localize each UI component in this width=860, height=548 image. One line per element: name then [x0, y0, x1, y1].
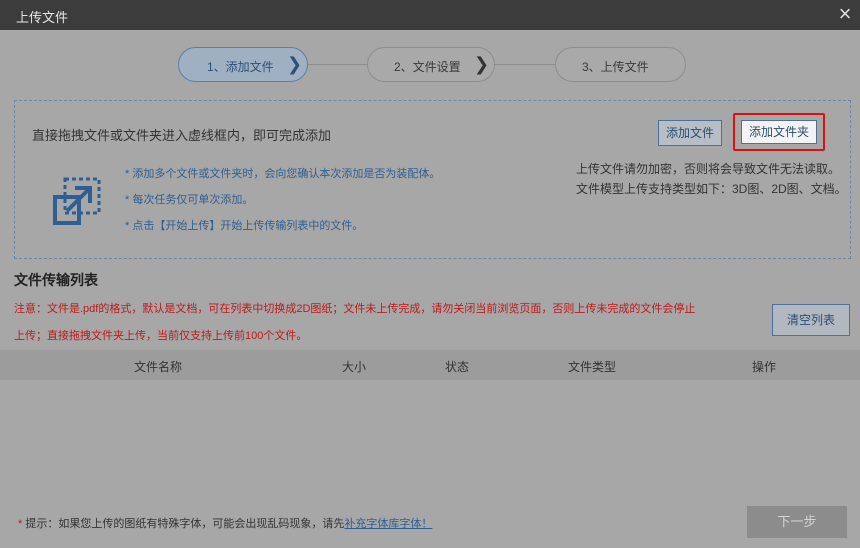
highlight-box: 添加文件夹 — [733, 113, 825, 151]
step-file-settings: 2、文件设置 ❯ — [367, 47, 495, 82]
column-header-actions: 操作 — [752, 360, 777, 374]
step-label: 1、添加文件 — [207, 60, 274, 74]
tip-item: * 添加多个文件或文件夹时，会向您确认本次添加是否为装配体。 — [125, 168, 441, 180]
notice-line: 上传；直接拖拽文件夹上传，当前仅支持上传前100个文件。 — [14, 330, 308, 342]
table-header: 文件名称 大小 状态 文件类型 操作 — [0, 350, 860, 380]
column-header-status: 状态 — [445, 360, 470, 374]
tip-item: * 点击【开始上传】开始上传传输列表中的文件。 — [125, 220, 364, 232]
step-connector — [495, 64, 555, 65]
transfer-list-title: 文件传输列表 — [14, 272, 98, 288]
notice-text: 注意：文件是.pdf的格式，默认是文档，可在列表中切换成2D图纸；文件未上传完成… — [14, 296, 734, 350]
step-label: 2、文件设置 — [394, 60, 461, 74]
step-label: 3、上传文件 — [582, 60, 649, 74]
column-header-name: 文件名称 — [134, 360, 183, 374]
add-folder-button[interactable]: 添加文件夹 — [741, 120, 817, 144]
transfer-table-body — [0, 380, 860, 500]
hint-text: 提示：如果您上传的图纸有特殊字体，可能会出现乱码现象，请先 — [22, 518, 345, 530]
clear-list-button[interactable]: 清空列表 — [772, 304, 850, 336]
font-library-link[interactable]: 补充字体库字体！ — [344, 518, 432, 530]
window-title: 上传文件 — [16, 10, 69, 25]
column-header-size: 大小 — [342, 360, 367, 374]
upload-requirements: 上传文件请勿加密，否则将会导致文件无法读取。 文件模型上传支持类型如下：3D图、… — [576, 159, 847, 199]
font-hint: * 提示：如果您上传的图纸有特殊字体，可能会出现乱码现象，请先补充字体库字体！ — [18, 515, 432, 531]
step-add-files: 1、添加文件 ❯ — [178, 47, 308, 82]
note-line: 上传文件请勿加密，否则将会导致文件无法读取。 — [576, 162, 841, 176]
chevron-right-icon: ❯ — [287, 54, 303, 74]
tips-list: * 添加多个文件或文件夹时，会向您确认本次添加是否为装配体。 * 每次任务仅可单… — [125, 165, 440, 243]
upload-icon — [53, 177, 101, 225]
close-icon[interactable]: × — [834, 3, 856, 26]
drop-instruction: 直接拖拽文件或文件夹进入虚线框内，即可完成添加 — [32, 128, 332, 143]
note-line: 文件模型上传支持类型如下：3D图、2D图、文档。 — [576, 182, 847, 196]
step-upload-files: 3、上传文件 — [555, 47, 686, 82]
step-connector — [308, 64, 367, 65]
tip-item: * 每次任务仅可单次添加。 — [125, 194, 254, 206]
drop-zone[interactable]: 直接拖拽文件或文件夹进入虚线框内，即可完成添加 添加文件 添加文件夹 * 添加多… — [14, 100, 851, 259]
chevron-right-icon: ❯ — [474, 54, 490, 74]
next-step-button[interactable]: 下一步 — [747, 506, 847, 538]
column-header-type: 文件类型 — [568, 360, 617, 374]
add-file-button[interactable]: 添加文件 — [658, 120, 722, 146]
notice-line: 注意：文件是.pdf的格式，默认是文档，可在列表中切换成2D图纸；文件未上传完成… — [14, 303, 696, 315]
step-indicator: 1、添加文件 ❯ 2、文件设置 ❯ 3、上传文件 — [0, 30, 860, 100]
title-bar: 上传文件 × — [0, 0, 860, 30]
